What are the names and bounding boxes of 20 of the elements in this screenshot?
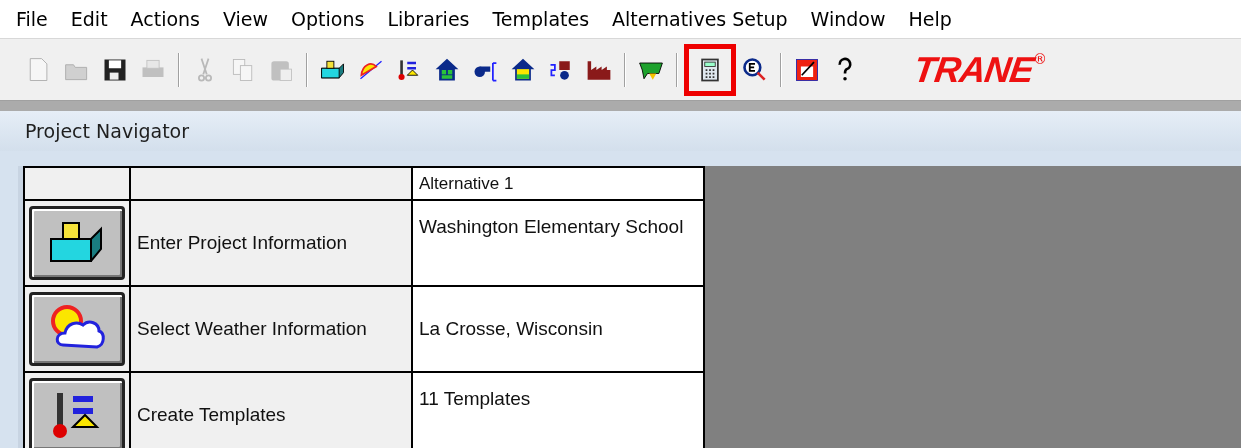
table-cell: 11 Templates bbox=[413, 373, 703, 448]
logo-text: TRANE bbox=[911, 48, 1036, 91]
menu-item[interactable]: Libraries bbox=[375, 8, 481, 30]
table-cell: Select Weather Information bbox=[131, 287, 411, 371]
menu-item[interactable]: Alternatives Setup bbox=[600, 8, 799, 30]
table-cell: Washington Elementary School bbox=[413, 201, 703, 285]
window-title: Project Navigator bbox=[25, 120, 189, 142]
menu-item[interactable]: Edit bbox=[58, 8, 119, 30]
menu-item[interactable]: Templates bbox=[480, 8, 601, 30]
menu-item[interactable]: File bbox=[4, 8, 59, 30]
column-header: Alternative 1 bbox=[413, 168, 703, 199]
table-cell: Enter Project Information bbox=[131, 201, 411, 285]
menu-item[interactable]: Options bbox=[279, 8, 376, 30]
table-cell: Create Templates bbox=[131, 373, 411, 448]
menu-item[interactable]: Help bbox=[896, 8, 963, 30]
toolbar-button[interactable] bbox=[684, 43, 736, 96]
menu-item[interactable]: View bbox=[211, 8, 280, 30]
menu-item[interactable]: Actions bbox=[118, 8, 211, 30]
menu-item[interactable]: Window bbox=[798, 8, 897, 30]
table-cell: La Crosse, Wisconsin bbox=[413, 287, 703, 371]
